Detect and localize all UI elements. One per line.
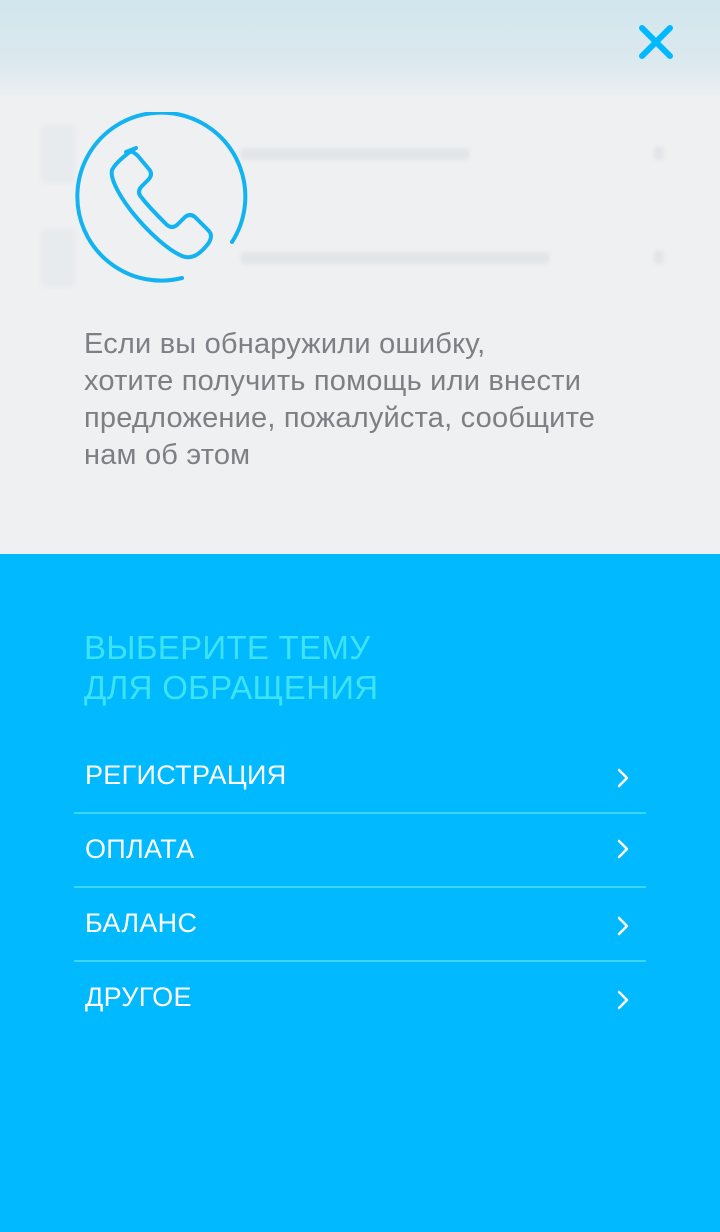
topic-label: ОПЛАТА — [85, 834, 195, 864]
phone-icon — [75, 112, 248, 283]
top-bar — [0, 0, 720, 96]
chevron-right-icon — [617, 990, 629, 1010]
topic-payment[interactable]: ОПЛАТА — [74, 814, 646, 888]
topic-list: РЕГИСТРАЦИЯ ОПЛАТА БАЛАНС ДРУГОЕ — [74, 740, 646, 1034]
topic-other[interactable]: ДРУГОЕ — [74, 962, 646, 1034]
chevron-right-icon — [617, 768, 629, 788]
section-title: ВЫБЕРИТЕ ТЕМУ ДЛЯ ОБРАЩЕНИЯ — [84, 629, 379, 706]
topic-panel: ВЫБЕРИТЕ ТЕМУ ДЛЯ ОБРАЩЕНИЯ РЕГИСТРАЦИЯ … — [0, 554, 720, 1232]
info-panel: Если вы обнаружили ошибку, хотите получи… — [0, 96, 720, 554]
topic-label: ДРУГОЕ — [85, 982, 192, 1012]
help-message: Если вы обнаружили ошибку, хотите получи… — [84, 328, 596, 471]
chevron-right-icon — [617, 839, 629, 859]
topic-label: БАЛАНС — [85, 908, 198, 938]
close-button[interactable] — [636, 22, 676, 62]
close-icon — [639, 25, 673, 59]
topic-balance[interactable]: БАЛАНС — [74, 888, 646, 962]
chevron-right-icon — [617, 916, 629, 936]
topic-registration[interactable]: РЕГИСТРАЦИЯ — [74, 740, 646, 814]
topic-label: РЕГИСТРАЦИЯ — [85, 760, 287, 790]
